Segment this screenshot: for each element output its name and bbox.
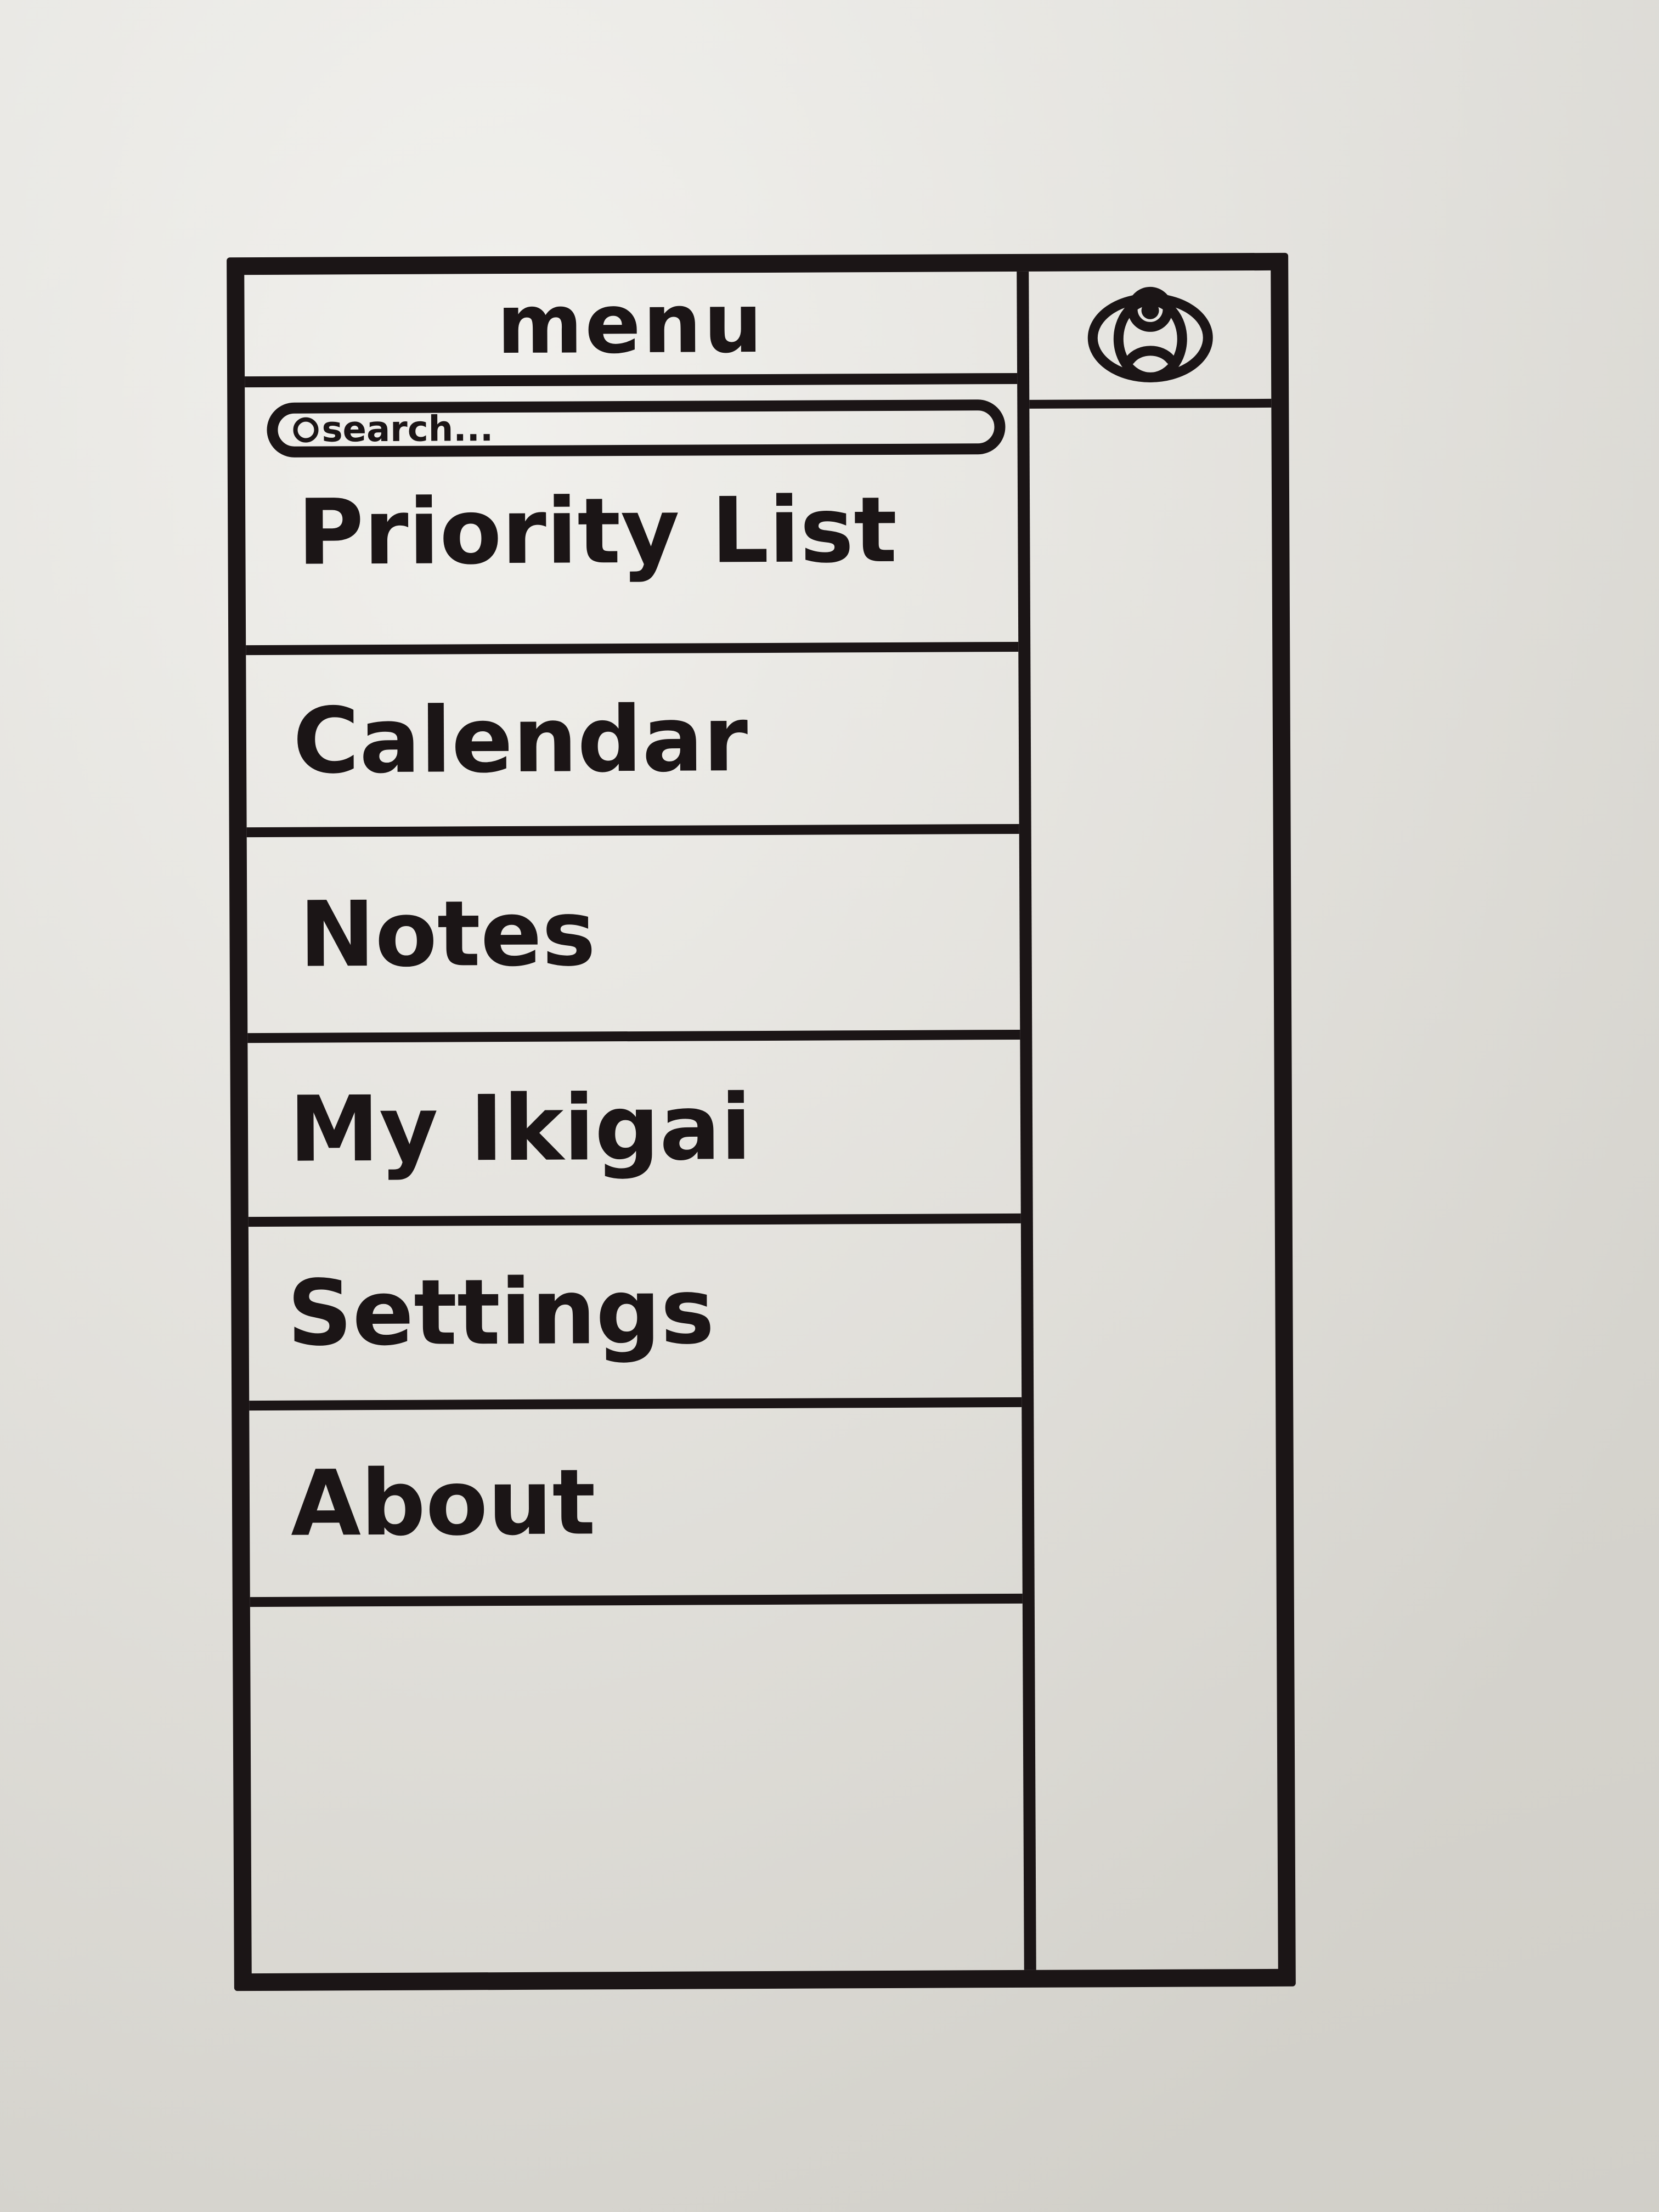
navigation-drawer: menu search... Priority List Calendar No… xyxy=(244,271,1036,1974)
search-placeholder: search... xyxy=(321,409,494,450)
menu-item-label: Calendar xyxy=(292,686,748,794)
menu-item-calendar[interactable]: Calendar xyxy=(246,651,1019,838)
content-header xyxy=(1029,270,1272,409)
search-input[interactable]: search... xyxy=(267,399,1006,458)
main-content-panel xyxy=(1029,270,1278,1970)
menu-item-label: Notes xyxy=(299,881,596,988)
menu-item-priority-list[interactable]: Priority List xyxy=(245,465,1019,656)
drawer-header: menu xyxy=(244,271,1018,388)
menu-item-about[interactable]: About xyxy=(249,1407,1023,1607)
drawer-title: menu xyxy=(496,275,765,373)
menu-item-notes[interactable]: Notes xyxy=(246,833,1020,1043)
menu-item-label: My Ikigai xyxy=(289,1075,752,1182)
menu-item-settings[interactable]: Settings xyxy=(248,1223,1022,1411)
menu-item-label: Settings xyxy=(287,1259,715,1366)
menu-item-label: Priority List xyxy=(297,477,898,585)
profile-icon[interactable] xyxy=(1081,277,1219,393)
menu-item-label: About xyxy=(290,1449,596,1556)
phone-frame: menu search... Priority List Calendar No… xyxy=(227,252,1296,1991)
search-icon xyxy=(293,417,319,443)
menu-item-my-ikigai[interactable]: My Ikigai xyxy=(247,1039,1021,1227)
menu-list: Priority List Calendar Notes My Ikigai S… xyxy=(245,465,1023,1607)
